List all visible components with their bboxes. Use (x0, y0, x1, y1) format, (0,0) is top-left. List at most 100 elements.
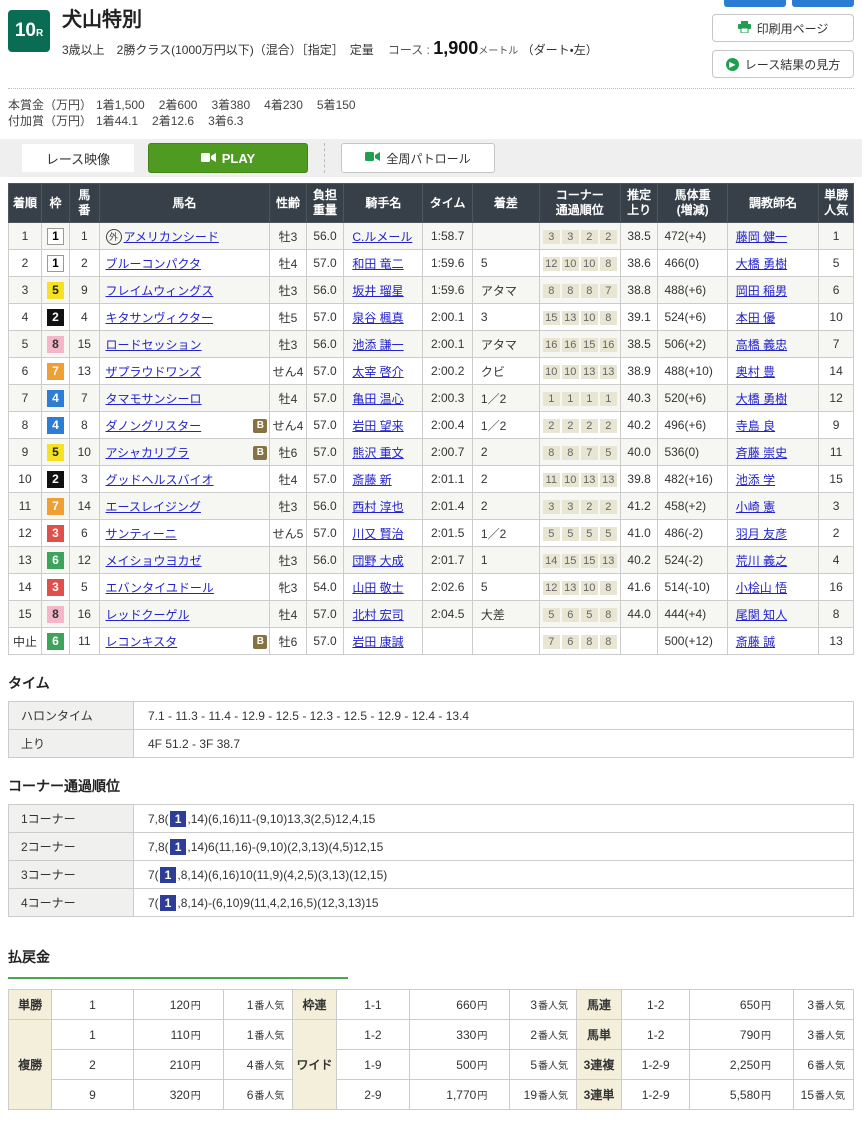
horse-name-link[interactable]: メイショウヨカゼ (106, 554, 202, 568)
trainer-link[interactable]: 岡田 稲男 (736, 284, 787, 298)
trainer-link[interactable]: 斉藤 崇史 (736, 446, 787, 460)
horse-name-link[interactable]: ザプラウドワンズ (106, 365, 202, 379)
trainer-link[interactable]: 小崎 憲 (736, 500, 775, 514)
horse-name-link[interactable]: ブルーコンパクタ (106, 257, 202, 271)
play-button[interactable]: PLAY (148, 143, 308, 173)
jockey-link[interactable]: 川又 賢治 (352, 527, 403, 541)
horse-name-link[interactable]: タマモサンシーロ (106, 392, 202, 406)
jockey-link[interactable]: 岩田 望来 (352, 419, 403, 433)
jockey-link[interactable]: 西村 淳也 (352, 500, 403, 514)
win-popularity: 9 (819, 412, 854, 439)
horse-name-link[interactable]: フレイムウィングス (106, 284, 214, 298)
trainer-link[interactable]: 大橋 勇樹 (736, 392, 787, 406)
corner-row-label: 1コーナー (9, 805, 134, 833)
result-row: 1023グッドヘルスバイオ牡457.0斎藤 新2:01.121110131339… (9, 466, 854, 493)
horse-name-cell: キタサンヴィクター (99, 304, 270, 331)
trainer-link[interactable]: 本田 優 (736, 311, 775, 325)
horse-name-cell: メイショウヨカゼ (99, 547, 270, 574)
horse-name-link[interactable]: グッドヘルスバイオ (106, 473, 214, 487)
race-conditions: 3歳以上 2勝クラス(1000万円以下)（混合）［指定］ 定量コース : 1,9… (62, 38, 598, 59)
trainer-link[interactable]: 荒川 義之 (736, 554, 787, 568)
corner-pass-value: 2 (562, 419, 579, 433)
horse-name-link[interactable]: レコンキスタ (106, 635, 178, 649)
video-camera-icon (201, 151, 216, 166)
frame-number: 3 (47, 579, 64, 596)
frame-number: 8 (47, 336, 64, 353)
trainer-link[interactable]: 高橋 義忠 (736, 338, 787, 352)
body-weight: 482(+16) (658, 466, 727, 493)
trainer-link[interactable]: 奥村 豊 (736, 365, 775, 379)
trainer-link[interactable]: 斎藤 誠 (736, 635, 775, 649)
jockey-link[interactable]: 北村 宏司 (352, 608, 403, 622)
column-header: 枠 (41, 184, 69, 223)
horse-name-cell: グッドヘルスバイオ (99, 466, 270, 493)
jockey-link[interactable]: 池添 謙一 (352, 338, 403, 352)
jockey-link[interactable]: 太宰 啓介 (352, 365, 403, 379)
horse-name-link[interactable]: サンティーニ (106, 527, 177, 541)
result-row: 424キタサンヴィクター牡557.0泉谷 楓真2:00.13151310839.… (9, 304, 854, 331)
jockey-link[interactable]: C.ルメール (352, 230, 412, 244)
jockey-link[interactable]: 泉谷 楓真 (352, 311, 403, 325)
jockey-link[interactable]: 斎藤 新 (352, 473, 391, 487)
trainer-link[interactable]: 寺島 良 (736, 419, 775, 433)
jockey-link[interactable]: 和田 竜二 (352, 257, 403, 271)
jockey-link[interactable]: 山田 敬士 (352, 581, 403, 595)
jockey-link[interactable]: 熊沢 重文 (352, 446, 403, 460)
horse-name-link[interactable]: レッドクーゲル (106, 608, 190, 622)
results-guide-button[interactable]: ▶ レース結果の見方 (712, 50, 854, 78)
jockey-link[interactable]: 坂井 瑠星 (352, 284, 403, 298)
trainer-link[interactable]: 尾関 知人 (736, 608, 787, 622)
body-weight: 514(-10) (658, 574, 727, 601)
body-weight: 488(+6) (658, 277, 727, 304)
horse-number: 10 (70, 439, 99, 466)
horse-number: 3 (70, 466, 99, 493)
jockey-cell: C.ルメール (344, 223, 423, 250)
win-popularity: 10 (819, 304, 854, 331)
horse-name-link[interactable]: アメリカンシード (124, 230, 219, 244)
horse-name-link[interactable]: アシャカリブラ (106, 446, 190, 460)
print-page-button[interactable]: 印刷用ページ (712, 14, 854, 42)
body-weight: 524(-2) (658, 547, 727, 574)
trainer-link[interactable]: 藤岡 健一 (736, 230, 787, 244)
main-prize-row: 本賞金（万円） 1着1,5002着6003着3804着2305着150 (8, 97, 854, 113)
frame-number: 7 (47, 498, 64, 515)
prize-value: 150 (336, 98, 356, 112)
last-3f: 41.2 (620, 493, 658, 520)
horse-name-link[interactable]: エースレイジング (106, 500, 201, 514)
horse-name-link[interactable]: ダノングリスター (106, 419, 202, 433)
wakuren-popularity: 3番人気 (510, 990, 577, 1020)
horse-name-link[interactable]: ロードセッション (106, 338, 202, 352)
top-nav-button-fragment[interactable] (792, 0, 854, 7)
trainer-link[interactable]: 池添 学 (736, 473, 775, 487)
jockey-link[interactable]: 亀田 温心 (352, 392, 403, 406)
top-nav-button-fragment[interactable] (724, 0, 786, 7)
corner-pass-value: 5 (581, 527, 598, 541)
win-popularity: 13 (819, 628, 854, 655)
result-row: 1236サンティーニせん557.0川又 賢治2:01.51／2555541.04… (9, 520, 854, 547)
corner-pass-value: 7 (600, 284, 617, 298)
corner-pass-value: 2 (543, 419, 560, 433)
prize-value: 44.1 (115, 114, 138, 128)
sex-age: 牡4 (270, 466, 306, 493)
corner-pass-value: 8 (562, 446, 579, 460)
carried-weight: 57.0 (306, 466, 344, 493)
last-3f: 44.0 (620, 601, 658, 628)
corner-pass-value: 15 (581, 338, 598, 352)
wakuren-combination: 1-1 (336, 990, 409, 1020)
jockey-link[interactable]: 団野 大成 (352, 554, 403, 568)
jockey-link[interactable]: 岩田 康誠 (352, 635, 403, 649)
winner-highlight: 1 (170, 839, 187, 855)
horse-name-cell: ブルーコンパクタ (99, 250, 270, 277)
time-row: ハロンタイム7.1 - 11.3 - 11.4 - 12.9 - 12.5 - … (9, 702, 854, 730)
horse-name-link[interactable]: エバンタイユドール (106, 581, 214, 595)
patrol-video-button[interactable]: 全周パトロール (341, 143, 495, 173)
corner-pass-value: 2 (600, 419, 617, 433)
trainer-link[interactable]: 羽月 友彦 (736, 527, 787, 541)
trainer-link[interactable]: 大橋 勇樹 (736, 257, 787, 271)
body-weight: 496(+6) (658, 412, 727, 439)
horse-name-link[interactable]: キタサンヴィクター (106, 311, 214, 325)
trainer-link[interactable]: 小桧山 悟 (736, 581, 787, 595)
column-header: 調教師名 (727, 184, 818, 223)
prize-value: 6.3 (227, 114, 244, 128)
result-row: 747タマモサンシーロ牡457.0亀田 温心2:00.31／2111140.35… (9, 385, 854, 412)
